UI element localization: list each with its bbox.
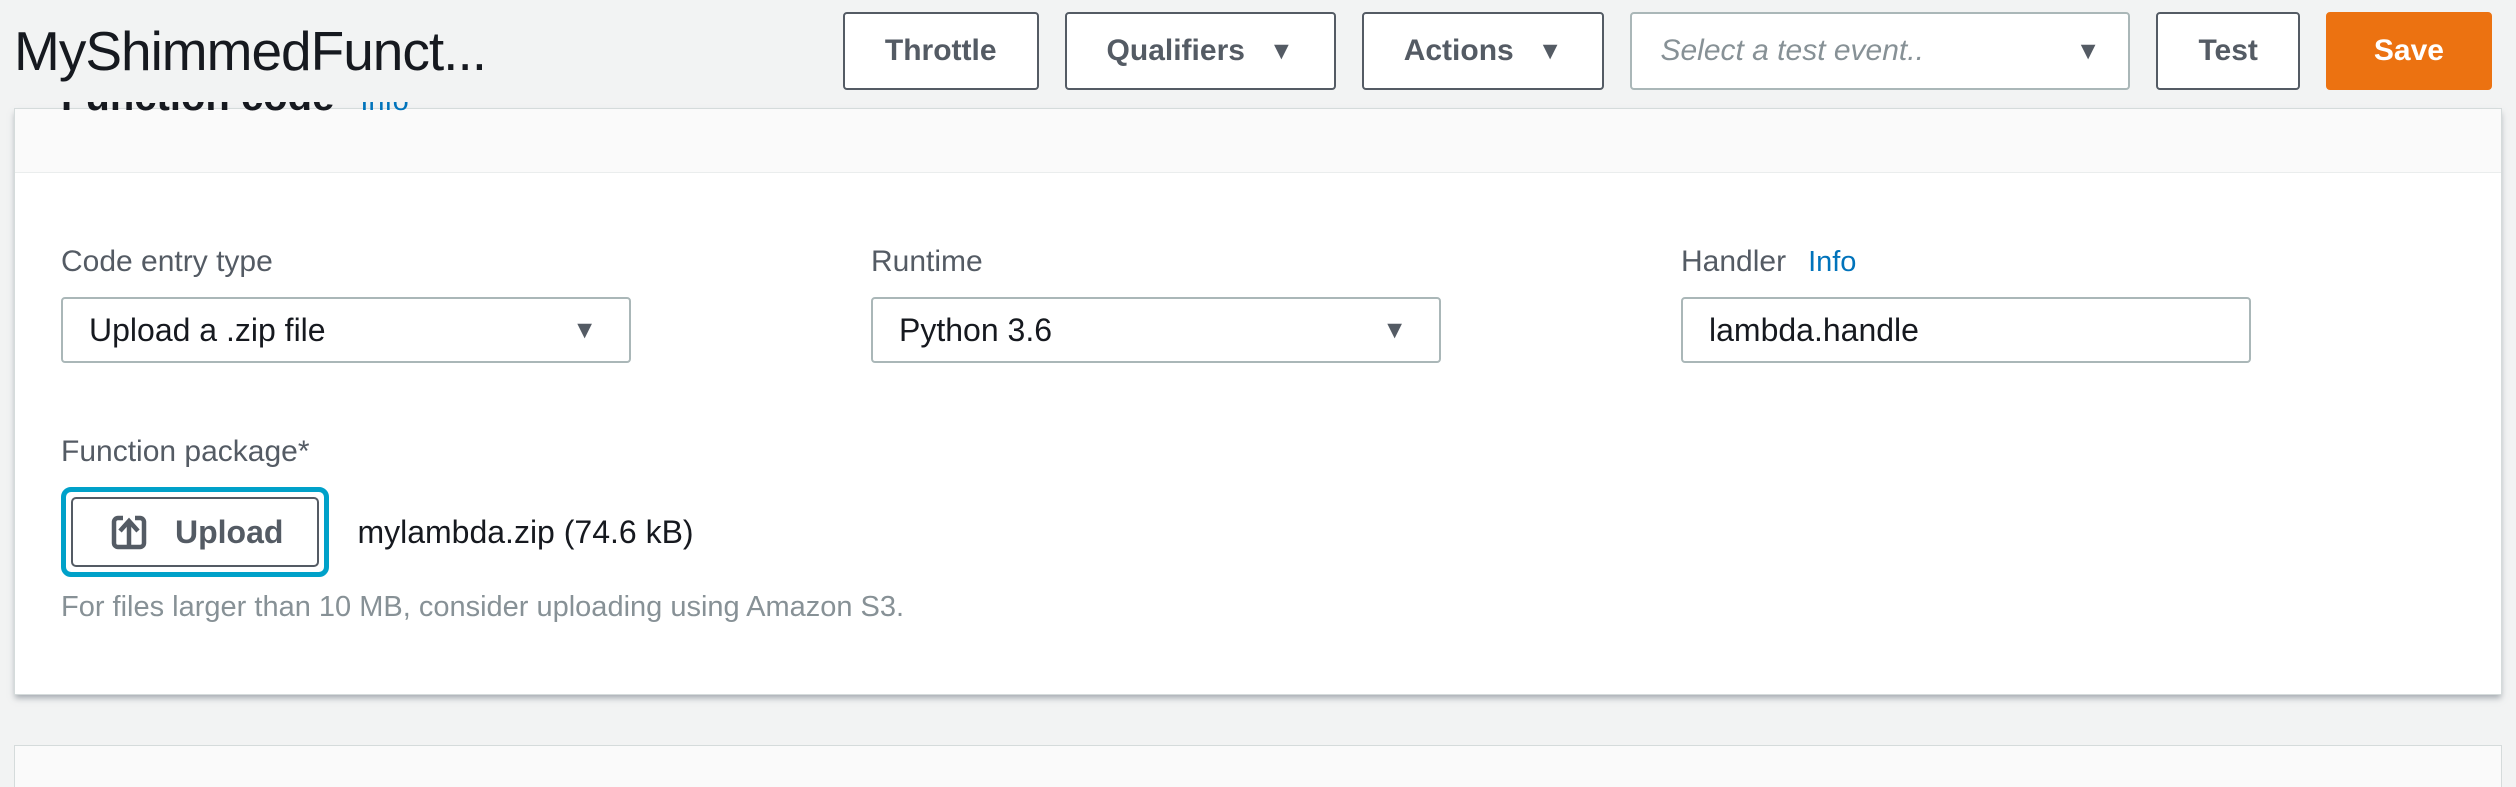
- handler-input[interactable]: [1681, 297, 2251, 363]
- upload-button[interactable]: Upload: [71, 497, 319, 567]
- save-button[interactable]: Save: [2326, 12, 2492, 90]
- handler-field: Handler Info: [1681, 245, 2251, 363]
- code-entry-type-value: Upload a .zip file: [89, 312, 326, 349]
- test-button[interactable]: Test: [2156, 12, 2299, 90]
- runtime-select[interactable]: Python 3.6 ▼: [871, 297, 1441, 363]
- chevron-down-icon: ▼: [1538, 39, 1563, 64]
- upload-button-label: Upload: [175, 514, 283, 551]
- runtime-label: Runtime: [871, 245, 1441, 279]
- code-settings-row: Code entry type Upload a .zip file ▼ Run…: [61, 245, 2455, 363]
- function-name-title: MyShimmedFunct...: [14, 19, 486, 83]
- qualifiers-dropdown-button[interactable]: Qualifiers ▼: [1065, 12, 1336, 90]
- save-button-label: Save: [2374, 34, 2444, 68]
- handler-label-row: Handler Info: [1681, 245, 2251, 279]
- runtime-field: Runtime Python 3.6 ▼: [871, 245, 1441, 363]
- header-actions: Throttle Qualifiers ▼ Actions ▼ Select a…: [843, 12, 2492, 90]
- upload-helper-text: For files larger than 10 MB, consider up…: [61, 591, 2455, 624]
- function-code-panel: Function code Info Code entry type Uploa…: [14, 108, 2502, 695]
- function-package-section: Function package* Upload mylambda.zip (7…: [61, 435, 2455, 624]
- chevron-down-icon: ▼: [2076, 39, 2101, 64]
- function-package-label: Function package*: [61, 435, 2455, 469]
- runtime-value: Python 3.6: [899, 312, 1052, 349]
- handler-info-link[interactable]: Info: [1808, 246, 1856, 279]
- throttle-button[interactable]: Throttle: [843, 12, 1039, 90]
- code-entry-type-label: Code entry type: [61, 245, 631, 279]
- handler-label: Handler: [1681, 245, 1786, 279]
- actions-dropdown-button[interactable]: Actions ▼: [1362, 12, 1605, 90]
- test-event-select[interactable]: Select a test event.. ▼: [1630, 12, 2130, 90]
- function-code-panel-body: Code entry type Upload a .zip file ▼ Run…: [15, 173, 2501, 694]
- code-entry-type-select[interactable]: Upload a .zip file ▼: [61, 297, 631, 363]
- chevron-down-icon: ▼: [1269, 39, 1294, 64]
- test-event-select-placeholder: Select a test event..: [1660, 34, 1923, 68]
- next-section-panel-stub: [14, 745, 2502, 787]
- uploaded-file-name: mylambda.zip (74.6 kB): [357, 514, 693, 551]
- upload-icon: [107, 510, 151, 554]
- chevron-down-icon: ▼: [572, 318, 597, 343]
- chevron-down-icon: ▼: [1382, 318, 1407, 343]
- qualifiers-button-label: Qualifiers: [1107, 34, 1245, 68]
- function-header-bar: MyShimmedFunct... Throttle Qualifiers ▼ …: [0, 0, 2516, 102]
- code-entry-type-field: Code entry type Upload a .zip file ▼: [61, 245, 631, 363]
- throttle-button-label: Throttle: [885, 34, 997, 68]
- test-button-label: Test: [2198, 34, 2257, 68]
- actions-button-label: Actions: [1404, 34, 1514, 68]
- upload-button-focus-ring: Upload: [61, 487, 329, 577]
- function-code-panel-header: Function code Info: [15, 109, 2501, 173]
- upload-row: Upload mylambda.zip (74.6 kB): [61, 487, 2455, 577]
